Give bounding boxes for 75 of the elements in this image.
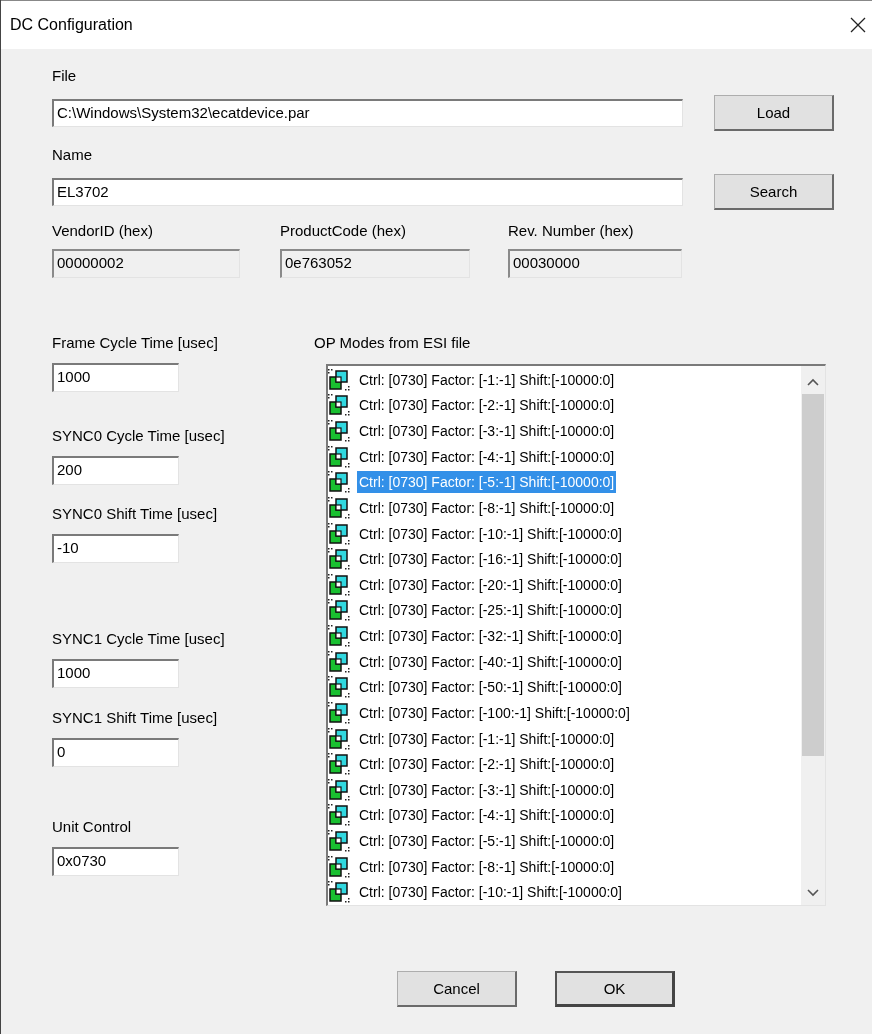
mode-icon <box>328 394 350 417</box>
field-label: SYNC1 Cycle Time [usec] <box>52 630 226 648</box>
search-button[interactable]: Search <box>714 174 834 210</box>
field-label: VendorID (hex) <box>52 222 154 240</box>
list-item[interactable]: Ctrl: [0730] Factor: [-50:-1] Shift:[-10000:0] <box>357 676 624 699</box>
list-item[interactable]: Ctrl: [0730] Factor: [-4:-1] Shift:[-10000:0] <box>357 445 617 468</box>
mode-icon <box>328 650 350 673</box>
list-item[interactable]: Ctrl: [0730] Factor: [-1:-1] Shift:[-10000:0] <box>357 368 617 391</box>
mode-icon <box>328 778 350 801</box>
cancel-button[interactable]: Cancel <box>397 971 517 1007</box>
ok-button[interactable]: OK <box>555 971 675 1007</box>
list-item[interactable]: Ctrl: [0730] Factor: [-2:-1] Shift:[-10000:0] <box>357 394 617 417</box>
list-item[interactable]: Ctrl: [0730] Factor: [-10:-1] Shift:[-10000:0] <box>357 522 624 545</box>
list-item[interactable]: Ctrl: [0730] Factor: [-8:-1] Shift:[-10000:0] <box>357 855 617 878</box>
list-item[interactable]: Ctrl: [0730] Factor: [-32:-1] Shift:[-10000:0] <box>357 625 624 648</box>
load-button[interactable]: Load <box>714 95 834 131</box>
input-field[interactable]: 0x0730 <box>52 847 179 876</box>
readonly-field: 0e763052 <box>280 249 470 278</box>
field-label: Frame Cycle Time [usec] <box>52 334 219 352</box>
mode-icon <box>328 368 350 391</box>
mode-icon <box>328 625 350 648</box>
file-path-field[interactable]: C:\Windows\System32\ecatdevice.par <box>52 99 683 127</box>
list-item[interactable]: Ctrl: [0730] Factor: [-20:-1] Shift:[-10000:0] <box>357 573 624 596</box>
mode-icon <box>328 496 350 519</box>
list-item[interactable]: Ctrl: [0730] Factor: [-40:-1] Shift:[-10000:0] <box>357 650 624 673</box>
readonly-field: 00030000 <box>508 249 682 278</box>
scroll-up-icon <box>807 378 819 386</box>
list-label: OP Modes from ESI file <box>314 334 472 352</box>
mode-icon <box>328 753 350 776</box>
mode-icon <box>328 804 350 827</box>
field-label: SYNC1 Shift Time [usec] <box>52 709 219 727</box>
mode-icon <box>328 830 350 853</box>
scroll-down-icon <box>807 889 819 897</box>
mode-icon <box>328 599 350 622</box>
mode-icon <box>328 522 350 545</box>
field-label: Rev. Number (hex) <box>508 222 635 240</box>
input-field[interactable]: 1000 <box>52 659 179 688</box>
mode-icon <box>328 445 350 468</box>
mode-icon <box>328 855 350 878</box>
scrollbar-thumb[interactable] <box>802 394 824 756</box>
list-item[interactable]: Ctrl: [0730] Factor: [-2:-1] Shift:[-10000:0] <box>357 753 617 776</box>
mode-icon <box>328 701 350 724</box>
scrollbar[interactable] <box>801 366 825 905</box>
list-item[interactable]: Ctrl: [0730] Factor: [-1:-1] Shift:[-10000:0] <box>357 727 617 750</box>
input-field[interactable]: 0 <box>52 738 179 767</box>
mode-icon <box>328 881 350 904</box>
list-item[interactable]: Ctrl: [0730] Factor: [-16:-1] Shift:[-10000:0] <box>357 548 624 571</box>
list-item[interactable]: Ctrl: [0730] Factor: [-25:-1] Shift:[-10000:0] <box>357 599 624 622</box>
list-item[interactable]: Ctrl: [0730] Factor: [-5:-1] Shift:[-10000:0] <box>357 830 617 853</box>
close-icon[interactable] <box>850 17 866 33</box>
field-label: ProductCode (hex) <box>280 222 407 240</box>
list-item[interactable]: Ctrl: [0730] Factor: [-10:-1] Shift:[-10000:0] <box>357 881 624 904</box>
list-item[interactable]: Ctrl: [0730] Factor: [-3:-1] Shift:[-10000:0] <box>357 778 617 801</box>
window-title: DC Configuration <box>10 16 133 34</box>
readonly-field: 00000002 <box>52 249 240 278</box>
op-modes-list[interactable] <box>326 364 826 906</box>
field-label: SYNC0 Cycle Time [usec] <box>52 427 226 445</box>
mode-icon <box>328 548 350 571</box>
list-item[interactable]: Ctrl: [0730] Factor: [-3:-1] Shift:[-10000:0] <box>357 420 617 443</box>
list-item[interactable]: Ctrl: [0730] Factor: [-100:-1] Shift:[-10000:0] <box>357 701 632 724</box>
input-field[interactable]: 200 <box>52 456 179 485</box>
field-label: File <box>52 67 78 85</box>
field-label: SYNC0 Shift Time [usec] <box>52 505 219 523</box>
mode-icon <box>328 471 350 494</box>
mode-icon <box>328 676 350 699</box>
mode-icon <box>328 727 350 750</box>
field-label: Name <box>52 146 93 164</box>
list-item[interactable]: Ctrl: [0730] Factor: [-8:-1] Shift:[-10000:0] <box>357 496 617 519</box>
mode-icon <box>328 420 350 443</box>
field-label: Unit Control <box>52 818 133 836</box>
input-field[interactable]: 1000 <box>52 363 179 392</box>
name-field[interactable]: EL3702 <box>52 178 683 206</box>
list-item[interactable]: Ctrl: [0730] Factor: [-4:-1] Shift:[-10000:0] <box>357 804 617 827</box>
input-field[interactable]: -10 <box>52 534 179 563</box>
mode-icon <box>328 573 350 596</box>
